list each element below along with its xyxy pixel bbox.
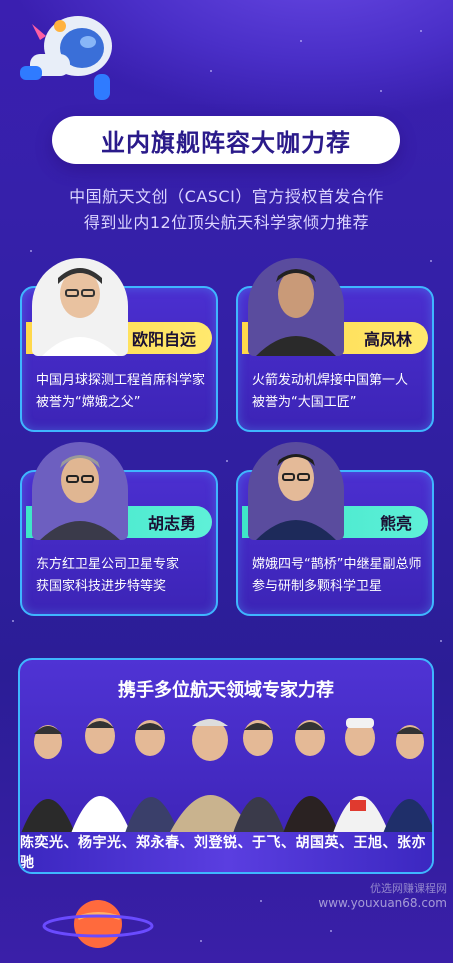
expert-description: 东方红卫星公司卫星专家 获国家科技进步特等奖 xyxy=(36,554,208,598)
portrait-photo xyxy=(32,258,128,356)
expert-description: 中国月球探测工程首席科学家 被誉为“嫦娥之父” xyxy=(36,370,208,414)
expert-card-xiong: 熊亮 嫦娥四号“鹊桥”中继星副总师 参与研制多颗科学卫星 xyxy=(236,442,434,616)
watermark-line-2: www.youxuan68.com xyxy=(318,896,447,910)
expert-card-gao: 高凤林 火箭发动机焊接中国第一人 被誉为“大国工匠” xyxy=(236,258,434,432)
experts-group-photo xyxy=(20,718,432,836)
expert-card-ouyang: 欧阳自远 中国月球探测工程首席科学家 被誉为“嫦娥之父” xyxy=(20,258,218,432)
astronaut-illustration xyxy=(20,16,112,100)
portrait-photo xyxy=(32,442,128,540)
portrait-photo xyxy=(248,258,344,356)
description-line-1: 中国月球探测工程首席科学家 xyxy=(36,373,206,388)
watermark: 优选网赚课程网 www.youxuan68.com xyxy=(318,880,447,910)
experts-names: 陈奕光、杨宇光、郑永春、刘登锐、于飞、胡国英、王旭、张亦驰 xyxy=(20,835,426,871)
expert-description: 火箭发动机焊接中国第一人 被誉为“大国工匠” xyxy=(252,370,424,414)
intro-line-2: 得到业内12位顶尖航天科学家倾力推荐 xyxy=(83,213,370,232)
description-line-1: 火箭发动机焊接中国第一人 xyxy=(252,373,409,388)
description-line-1: 嫦娥四号“鹊桥”中继星副总师 xyxy=(252,557,422,572)
expert-description: 嫦娥四号“鹊桥”中继星副总师 参与研制多颗科学卫星 xyxy=(252,554,424,598)
intro-text: 中国航天文创（CASCI）官方授权首发合作 得到业内12位顶尖航天科学家倾力推荐 xyxy=(0,184,453,236)
portrait-photo xyxy=(248,442,344,540)
experts-panel: 携手多位航天领域专家力荐 陈奕光、杨宇光、郑永春、刘登锐、于飞、胡国英、王旭、张… xyxy=(18,658,434,874)
description-line-2: 被誉为“嫦娥之父” xyxy=(36,395,141,410)
expert-name: 高凤林 xyxy=(363,330,412,349)
watermark-line-1: 优选网赚课程网 xyxy=(370,882,447,895)
expert-name: 熊亮 xyxy=(379,514,412,533)
description-line-1: 东方红卫星公司卫星专家 xyxy=(36,557,180,572)
description-line-2: 获国家科技进步特等奖 xyxy=(36,579,167,594)
description-line-2: 被誉为“大国工匠” xyxy=(252,395,357,410)
expert-name: 胡志勇 xyxy=(147,514,196,533)
expert-card-hu: 胡志勇 东方红卫星公司卫星专家 获国家科技进步特等奖 xyxy=(20,442,218,616)
headline-banner: 业内旗舰阵容大咖力荐 xyxy=(52,116,400,164)
expert-name: 欧阳自远 xyxy=(131,330,196,349)
experts-name-bar: 陈奕光、杨宇光、郑永春、刘登锐、于飞、胡国英、王旭、张亦驰 xyxy=(20,832,432,872)
experts-title: 携手多位航天领域专家力荐 xyxy=(118,680,334,701)
headline-text: 业内旗舰阵容大咖力荐 xyxy=(101,128,351,157)
intro-line-1: 中国航天文创（CASCI）官方授权首发合作 xyxy=(69,187,384,206)
description-line-2: 参与研制多颗科学卫星 xyxy=(252,579,383,594)
planet-illustration xyxy=(42,900,154,948)
